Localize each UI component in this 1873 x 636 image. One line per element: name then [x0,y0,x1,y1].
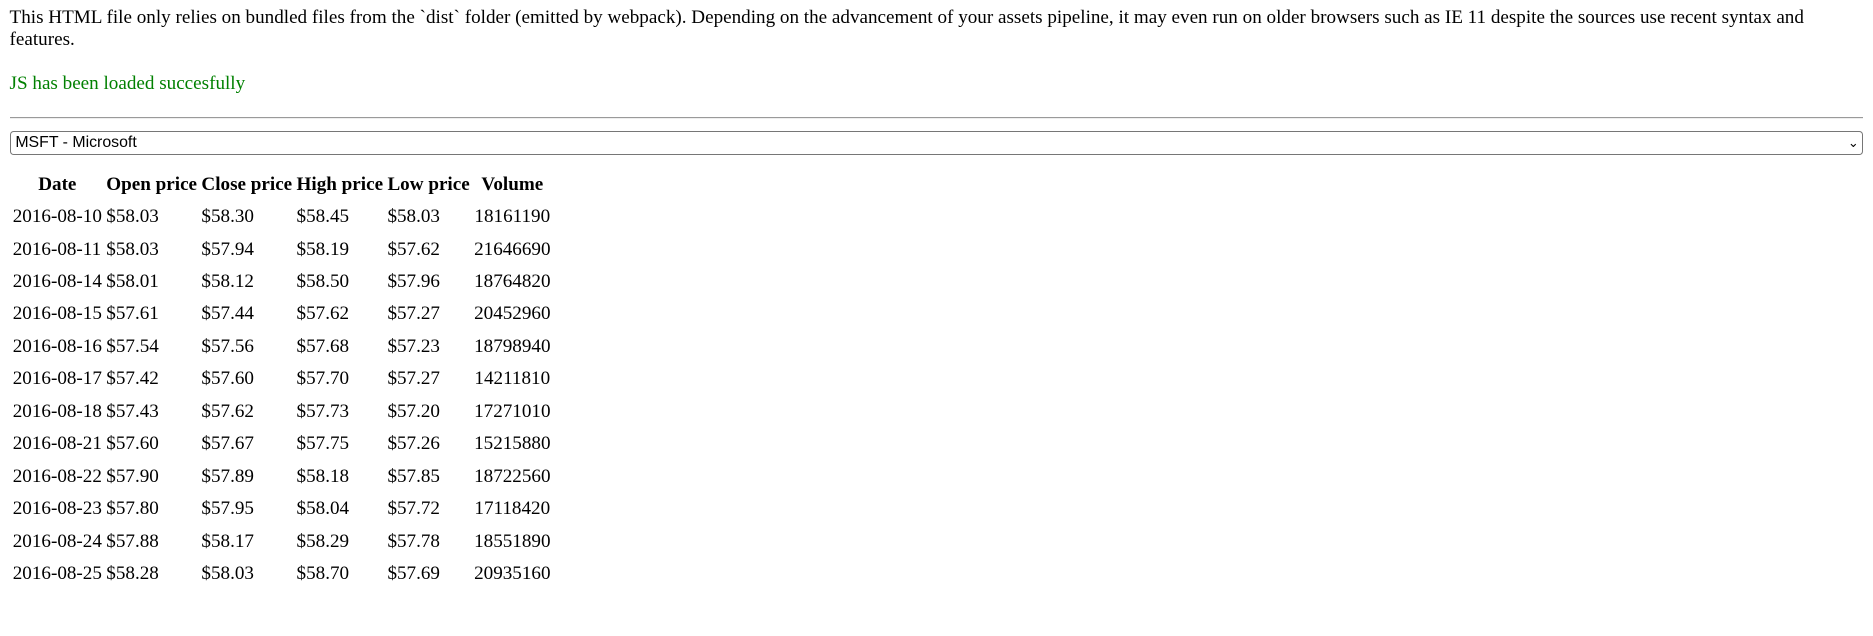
cell-open-price: $57.61 [106,303,159,325]
table-header-row: Date Open price Close price High price Low p… [12,169,552,199]
table-row: 2016-08-14 $58.01 $58.12 $58.50 $57.96 187648… [12,266,552,296]
cell-date: 2016-08-10 [12,206,102,228]
table-row: 2016-08-21 $57.60 $57.67 $57.75 $57.26 152158… [12,429,552,459]
status-message: JS has been loaded succesfully [9,72,246,94]
cell-open-price: $57.80 [106,498,159,520]
cell-close-price: $57.89 [201,465,254,487]
cell-volume: 20935160 [474,563,551,585]
cell-close-price: $57.44 [201,303,254,325]
cell-close-price: $57.62 [201,400,254,422]
cell-volume: 21646690 [474,238,551,260]
cell-date: 2016-08-17 [12,368,102,390]
cell-date: 2016-08-14 [12,270,102,292]
cell-volume: 17271010 [474,400,551,422]
cell-date: 2016-08-18 [12,400,102,422]
cell-open-price: $57.60 [106,433,159,455]
cell-low-price: $57.96 [387,270,440,292]
cell-high-price: $58.70 [296,563,350,585]
cell-high-price: $57.73 [296,400,350,422]
cell-date: 2016-08-23 [12,498,102,520]
cell-high-price: $57.68 [296,335,350,357]
cell-high-price: $57.75 [296,433,350,455]
cell-high-price: $57.62 [296,303,350,325]
cell-volume: 18798940 [474,335,551,357]
cell-volume: 15215880 [474,433,551,455]
cell-volume: 14211810 [474,368,551,390]
cell-volume: 20452960 [474,303,551,325]
cell-date: 2016-08-15 [12,303,102,325]
cell-open-price: $57.88 [106,530,159,552]
cell-low-price: $57.26 [387,433,440,455]
cell-high-price: $58.29 [296,530,350,552]
cell-date: 2016-08-21 [12,433,102,455]
table-row: 2016-08-17 $57.42 $57.60 $57.70 $57.27 142118… [12,364,552,394]
divider [9,117,1864,120]
chevron-down-icon: ⌄ [1847,135,1859,151]
cell-low-price: $57.27 [387,303,440,325]
table-row: 2016-08-22 $57.90 $57.89 $58.18 $57.85 187225… [12,461,552,491]
table-row: 2016-08-25 $58.28 $58.03 $58.70 $57.69 209351… [12,558,552,588]
column-header-open-price: Open price [106,173,198,195]
cell-close-price: $58.17 [201,530,254,552]
column-header-low-price: Low price [387,173,470,195]
cell-close-price: $57.60 [201,368,254,390]
cell-high-price: $58.45 [296,206,350,228]
cell-volume: 18764820 [474,270,551,292]
cell-low-price: $57.85 [387,465,440,487]
cell-date: 2016-08-22 [12,465,102,487]
table-row: 2016-08-24 $57.88 $58.17 $58.29 $57.78 185518… [12,526,552,556]
cell-open-price: $57.54 [106,335,159,357]
cell-open-price: $58.03 [106,206,159,228]
intro-text: This HTML file only relies on bundled fi… [9,7,1804,51]
column-header-high-price: High price [296,173,384,195]
cell-date: 2016-08-25 [12,563,102,585]
column-header-close-price: Close price [201,173,293,195]
cell-high-price: $58.50 [296,270,350,292]
page: This HTML file only relies on bundled fi… [0,0,1873,591]
cell-volume: 18722560 [474,465,551,487]
cell-volume: 18161190 [474,206,551,228]
column-header-date: Date [38,173,77,195]
cell-high-price: $58.04 [296,498,350,520]
cell-open-price: $58.28 [106,563,159,585]
cell-date: 2016-08-11 [12,238,102,260]
table-row: 2016-08-16 $57.54 $57.56 $57.68 $57.23 187989… [12,331,552,361]
cell-high-price: $58.19 [296,238,350,260]
table-row: 2016-08-15 $57.61 $57.44 $57.62 $57.27 204529… [12,299,552,329]
cell-open-price: $58.03 [106,238,159,260]
cell-close-price: $57.95 [201,498,254,520]
cell-low-price: $57.62 [387,238,440,260]
cell-close-price: $57.67 [201,433,254,455]
column-header-volume: Volume [481,173,544,195]
cell-high-price: $58.18 [296,465,350,487]
cell-open-price: $57.43 [106,400,159,422]
cell-volume: 18551890 [474,530,551,552]
cell-low-price: $57.69 [387,563,440,585]
cell-volume: 17118420 [474,498,551,520]
cell-close-price: $58.30 [201,206,254,228]
table-row: 2016-08-10 $58.03 $58.30 $58.45 $58.03 181611… [12,202,552,232]
cell-open-price: $57.42 [106,368,159,390]
stock-select[interactable]: MSFT - Microsoft ⌄ [9,131,1864,156]
cell-date: 2016-08-24 [12,530,102,552]
cell-open-price: $58.01 [106,270,159,292]
stock-table: Date Open price Close price High price Low p… [10,167,554,591]
cell-date: 2016-08-16 [12,335,102,357]
cell-low-price: $57.23 [387,335,440,357]
cell-low-price: $57.78 [387,530,440,552]
cell-close-price: $57.56 [201,335,254,357]
table-row: 2016-08-11 $58.03 $57.94 $58.19 $57.62 216466… [12,234,552,264]
cell-close-price: $58.03 [201,563,254,585]
cell-high-price: $57.70 [296,368,350,390]
table-row: 2016-08-18 $57.43 $57.62 $57.73 $57.20 172710… [12,396,552,426]
cell-low-price: $57.27 [387,368,440,390]
cell-close-price: $58.12 [201,270,254,292]
cell-close-price: $57.94 [201,238,254,260]
cell-open-price: $57.90 [106,465,159,487]
cell-low-price: $58.03 [387,206,440,228]
cell-low-price: $57.72 [387,498,440,520]
table-row: 2016-08-23 $57.80 $57.95 $58.04 $57.72 171184… [12,494,552,524]
cell-low-price: $57.20 [387,400,440,422]
stock-select-value: MSFT - Microsoft [15,134,137,152]
